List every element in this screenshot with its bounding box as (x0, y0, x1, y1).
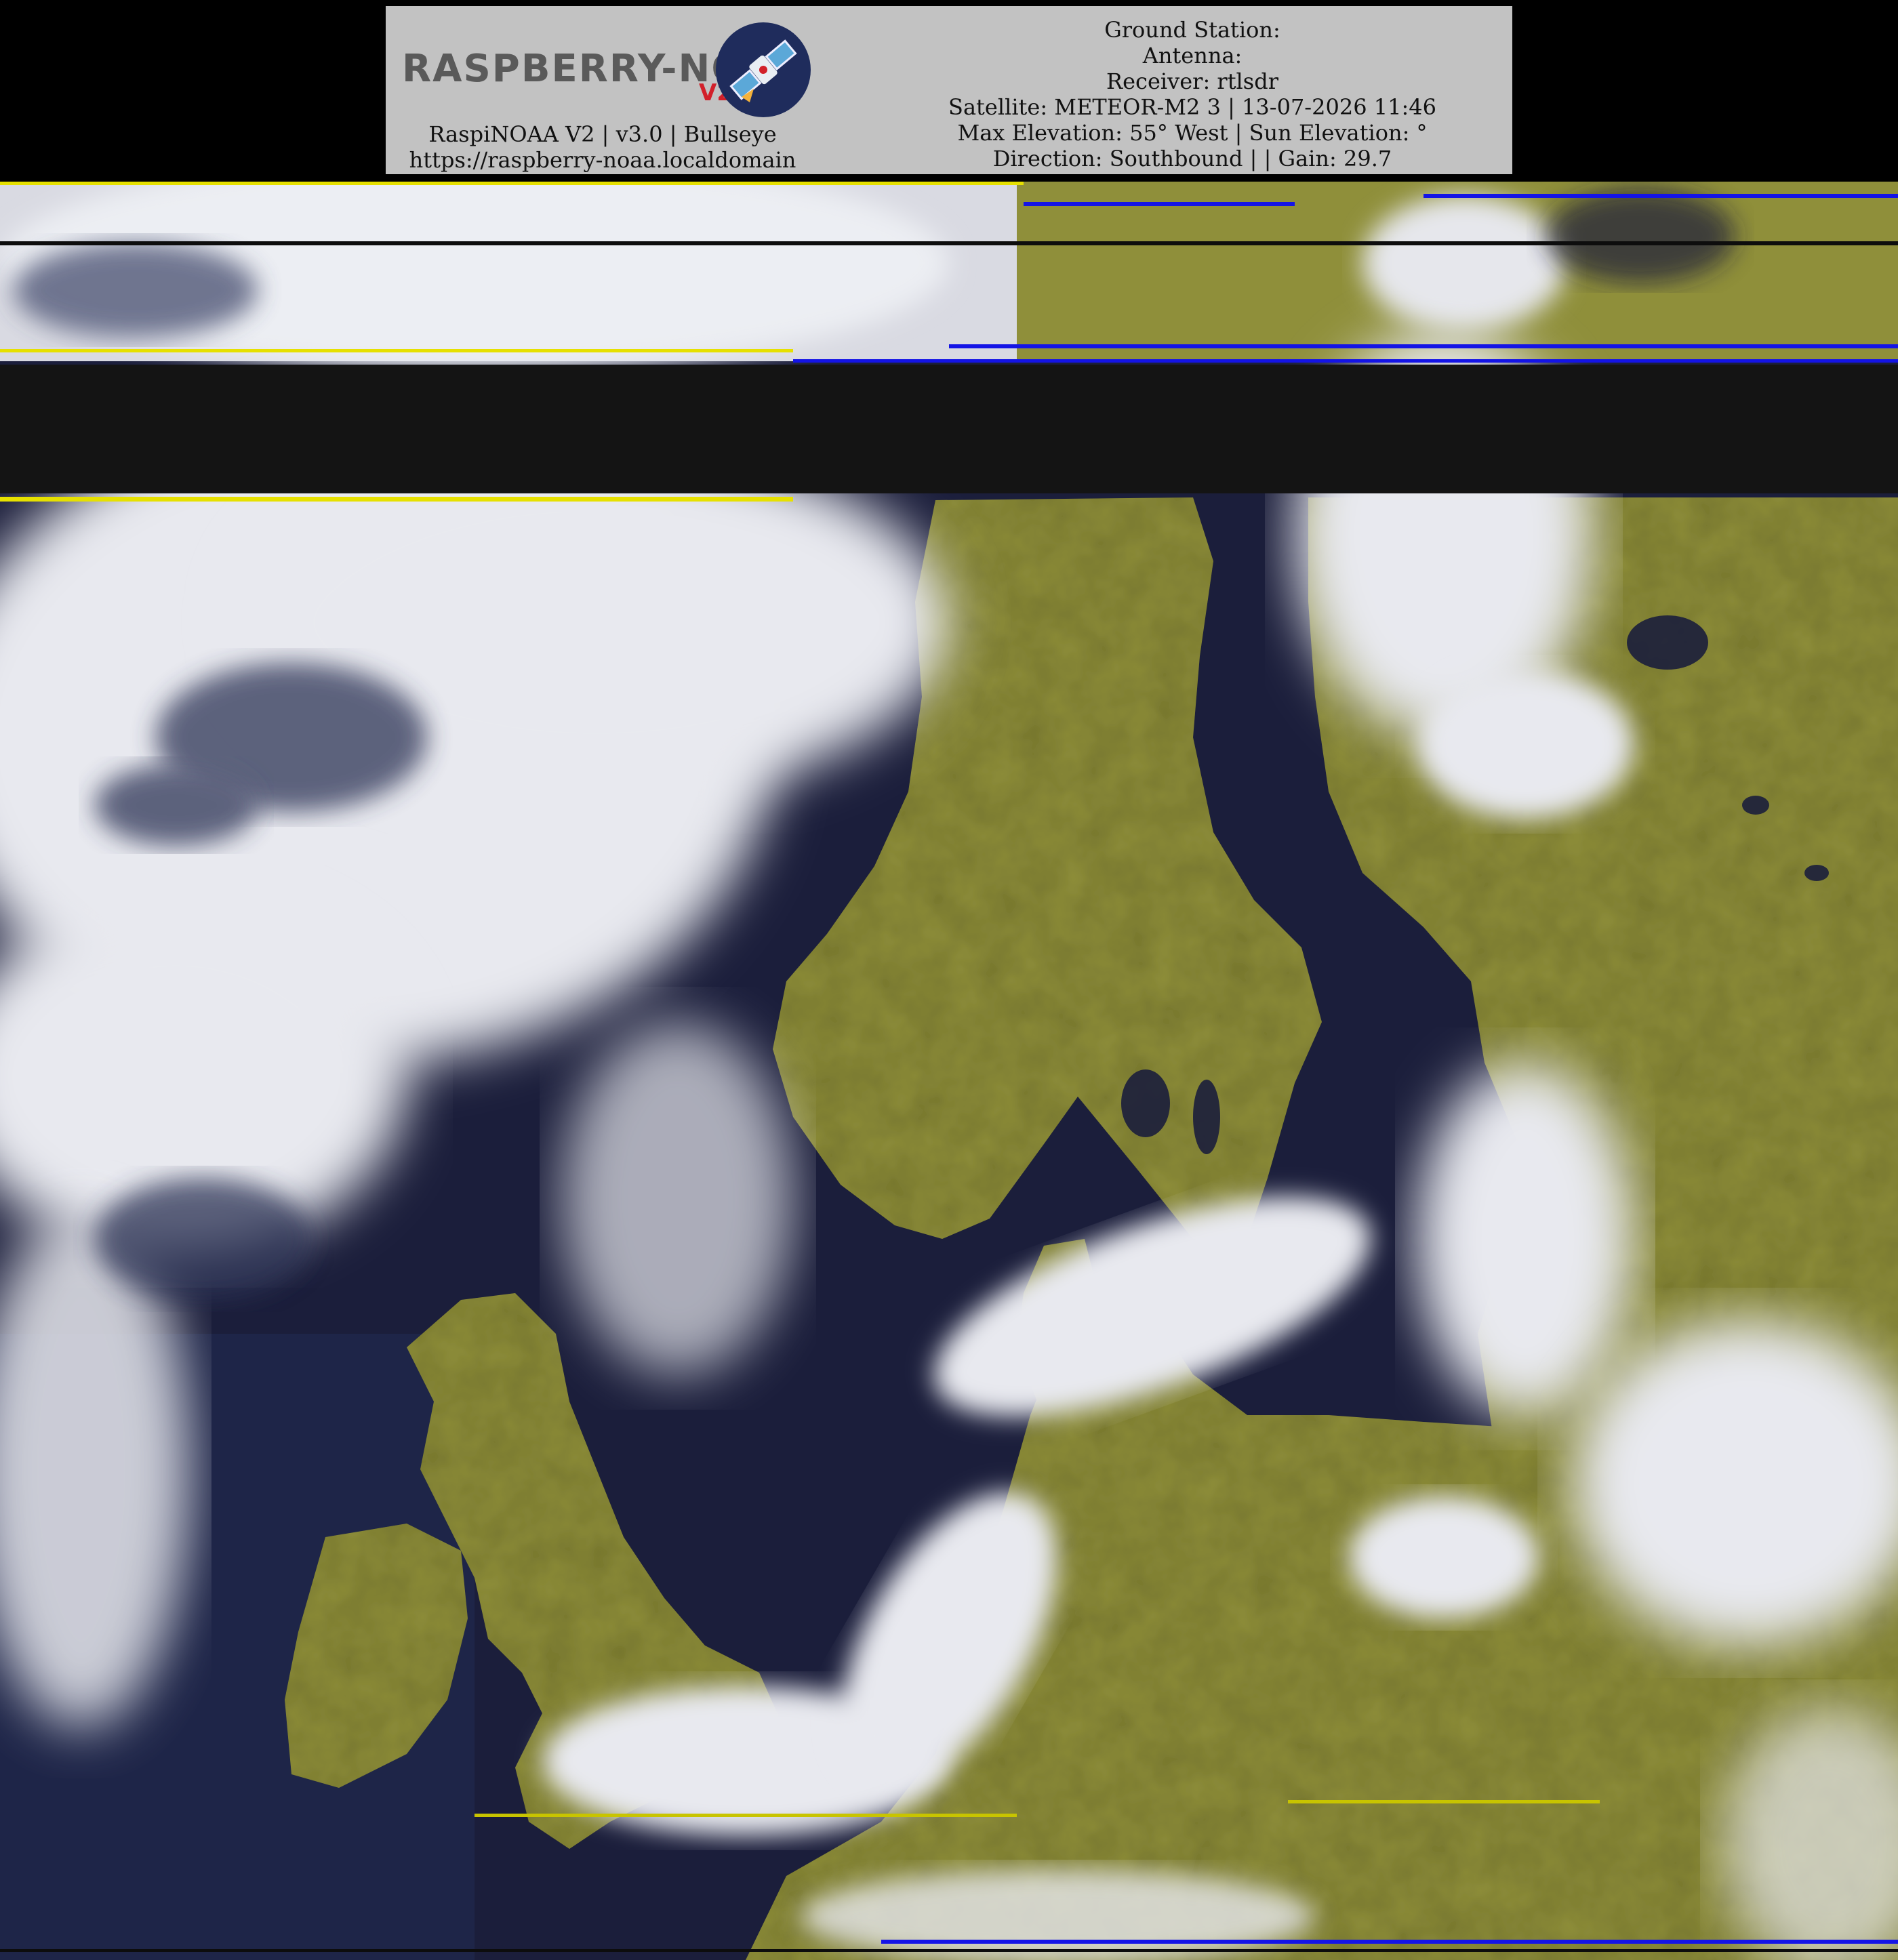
noise-line-blue (1424, 194, 1898, 198)
antenna-line: Antenna: (1142, 43, 1243, 68)
pass-info-right: Ground Station: Antenna: Receiver: rtlsd… (887, 17, 1497, 171)
station-url-line: https://raspberry-noaa.localdomain (409, 147, 796, 173)
raspberry-noaa-logo: RASPBERRY-NOAA V2 (392, 14, 826, 123)
elevation-line: Max Elevation: 55° West | Sun Elevation:… (957, 120, 1428, 146)
receiver-line: Receiver: rtlsdr (1106, 68, 1278, 94)
direction-gain-line: Direction: Southbound | | Gain: 29.7 (992, 146, 1392, 171)
software-version-line: RaspiNOAA V2 | v3.0 | Bullseye (428, 121, 777, 147)
satellite-image-canvas (0, 182, 1898, 1960)
scan-line-black (0, 241, 1898, 245)
noise-line-yellow (474, 1814, 1017, 1817)
noise-line-blue (881, 1940, 1898, 1944)
noise-line-yellow (1288, 1800, 1600, 1803)
noise-line-blue (793, 359, 1898, 363)
reception-gap (0, 365, 1898, 493)
satellite-image (0, 182, 1898, 1960)
noise-line-black (0, 1949, 1898, 1952)
metadata-banner: RASPBERRY-NOAA V2 RaspiNOAA V2 | v3.0 | … (386, 6, 1512, 174)
noise-line-blue (1024, 202, 1295, 206)
ground-station-line: Ground Station: (1104, 17, 1280, 43)
noise-line-yellow (0, 349, 793, 352)
satellite-icon (716, 22, 811, 117)
satellite-line: Satellite: METEOR-M2 3 | 13-07-2026 11:4… (948, 94, 1436, 120)
noise-line-yellow (0, 182, 1024, 185)
noise-line-blue (949, 344, 1898, 348)
station-info-left: RaspiNOAA V2 | v3.0 | Bullseye https://r… (386, 121, 820, 173)
noise-line-yellow (0, 497, 793, 502)
upper-strip (0, 182, 1898, 371)
